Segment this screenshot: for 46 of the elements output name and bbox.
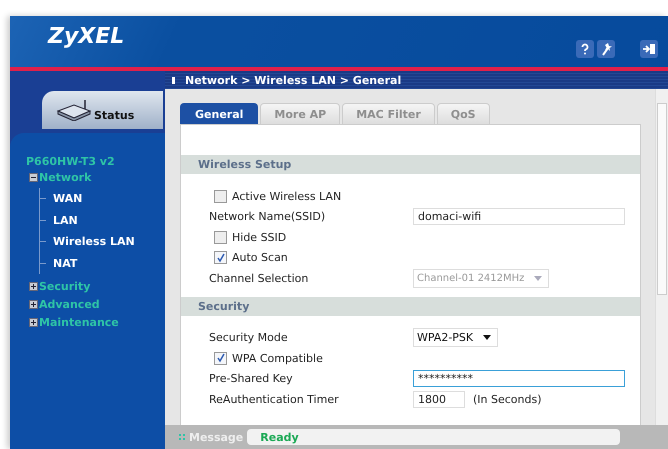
checkbox-label: Hide SSID [232,230,286,244]
field-label: ReAuthentication Timer [209,392,340,406]
help-icon[interactable] [576,40,594,58]
logo: ZyXEL [48,24,124,49]
expand-icon[interactable] [29,282,38,291]
checkbox-label: Auto Scan [232,251,288,264]
checkbox-label: Active Wireless LAN [232,190,342,203]
field-label: Security Mode [209,331,289,344]
caret-icon [534,276,542,281]
unit-label: (In Seconds) [473,392,542,406]
checkbox[interactable] [214,230,227,244]
field-label: Pre-Shared Key [209,372,294,386]
dropdown[interactable]: WPA2-PSK [413,328,498,348]
status-tab[interactable]: Status [42,91,163,129]
checkbox[interactable] [214,251,227,264]
nav-item[interactable]: Security [39,280,90,293]
message-field: Ready [247,429,620,445]
scrollbar[interactable] [655,89,668,425]
grip-icon [179,434,185,440]
nav-item[interactable]: Maintenance [39,316,119,329]
input-field[interactable]: 1800 [413,390,465,408]
expand-icon[interactable] [29,300,38,309]
input-field[interactable]: domaci-wifi [413,208,625,226]
nav-subitem[interactable]: NAT [53,256,78,270]
expand-icon[interactable] [29,318,38,327]
collapse-icon[interactable] [29,173,38,182]
nav-item[interactable]: Network [39,171,92,184]
nav-subitem[interactable]: Wireless LAN [53,235,135,248]
nav-subitem[interactable]: LAN [53,214,78,227]
field-label: Network Name(SSID) [209,210,326,224]
breadcrumb: Network > Wireless LAN > General [185,74,402,86]
wizard-icon[interactable] [597,40,615,58]
nav-item[interactable]: Advanced [39,298,100,311]
section-header: Wireless Setup [181,155,640,174]
checkbox[interactable] [214,352,227,365]
section-header: Security [181,296,640,316]
tab[interactable]: General [180,103,258,124]
logout-icon[interactable] [640,40,658,58]
checkbox[interactable] [214,190,227,203]
input-field[interactable]: ********** [413,370,625,388]
router-icon [56,99,92,121]
model-name: P660HW-T3 v2 [26,155,116,168]
checkbox-label: WPA Compatible [232,352,323,365]
field-label: Channel Selection [209,272,310,285]
nav-subitem[interactable]: WAN [53,192,82,206]
caret-icon [483,335,492,340]
